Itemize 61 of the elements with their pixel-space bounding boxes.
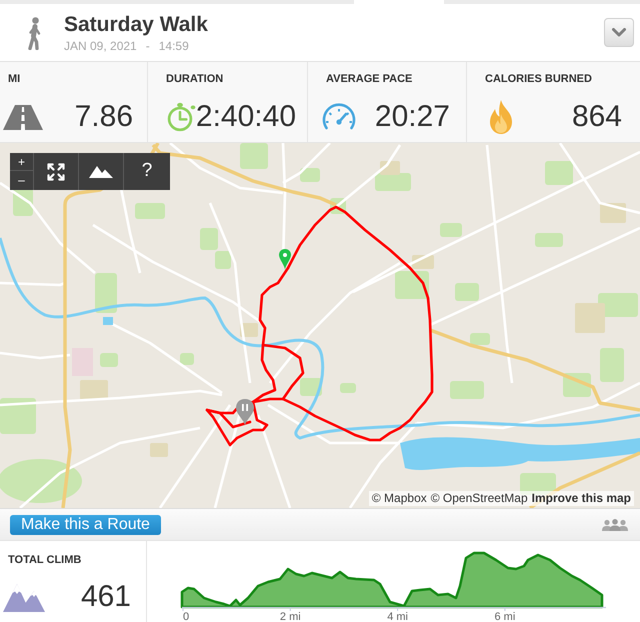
date-time-separator: - — [146, 39, 150, 53]
axis-label: 2 mi — [280, 611, 301, 622]
park-area — [215, 251, 231, 269]
park-area — [240, 143, 268, 169]
park-area — [440, 223, 462, 237]
park-area — [100, 353, 118, 367]
climb-value: 461 — [80, 580, 131, 614]
activity-date: JAN 09, 2021 — [64, 39, 137, 53]
fullscreen-icon — [46, 162, 66, 182]
park-area — [0, 398, 36, 434]
park-area — [340, 383, 356, 393]
improve-map-link[interactable]: Improve this map — [532, 491, 631, 506]
park-area — [95, 273, 117, 313]
street — [0, 352, 70, 360]
park-area — [375, 173, 411, 191]
field-area — [150, 443, 168, 457]
stat-label: CALORIES BURNED — [484, 73, 593, 86]
park-area — [470, 333, 490, 345]
axis-label: 4 mi — [387, 611, 408, 622]
stopwatch-icon — [167, 102, 196, 132]
zoom-out-button[interactable]: – — [10, 171, 33, 189]
group-icon — [602, 518, 628, 530]
park-area — [395, 271, 429, 299]
stat-value: 2:40:40 — [196, 100, 296, 134]
start-pin-icon — [279, 249, 291, 270]
pause-marker-icon — [236, 399, 254, 426]
attribution-text: © Mapbox — [372, 491, 427, 506]
stat-value: 864 — [572, 100, 622, 134]
field-area — [575, 303, 605, 333]
walking-person-icon — [26, 17, 42, 50]
speedometer-icon — [321, 103, 357, 131]
activity-title: Saturday Walk — [64, 12, 208, 38]
park-area — [450, 381, 484, 399]
park-area — [135, 203, 165, 219]
axis-label: 0 — [183, 611, 190, 622]
axis-label: 6 mi — [494, 611, 516, 622]
park-area — [545, 161, 573, 185]
field-area — [80, 380, 108, 400]
zoom-in-button[interactable]: + — [10, 153, 33, 171]
stat-value: 20:27 — [374, 100, 450, 134]
help-button[interactable]: ? — [124, 153, 170, 190]
park-area — [455, 283, 479, 301]
options-dropdown-button[interactable] — [604, 18, 634, 47]
park-area — [535, 233, 563, 247]
stat-label: DURATION — [165, 73, 224, 86]
road-icon — [3, 104, 43, 130]
park-area — [200, 228, 218, 250]
stat-value: 7.86 — [74, 100, 133, 134]
activity-time: 14:59 — [158, 39, 189, 53]
chevron-down-icon — [612, 28, 626, 37]
park-area — [180, 353, 194, 365]
attribution-text: © OpenStreetMap — [430, 491, 528, 506]
stat-label: MI — [7, 73, 22, 86]
stat-label: AVERAGE PACE — [325, 73, 414, 86]
street — [0, 282, 66, 286]
pond — [103, 317, 113, 325]
mountains-icon — [89, 165, 113, 178]
flame-icon — [488, 100, 514, 134]
park-area — [600, 348, 624, 382]
climb-label: TOTAL CLIMB — [7, 554, 82, 567]
mountains-icon — [3, 582, 45, 612]
